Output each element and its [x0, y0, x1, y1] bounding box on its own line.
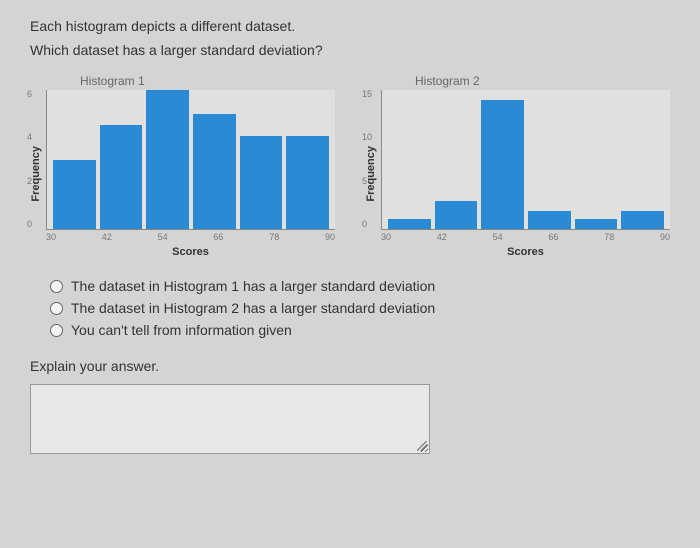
radio-icon — [50, 324, 63, 337]
charts-row: Histogram 1 Frequency 6 4 2 0 — [30, 74, 670, 258]
histogram-2: Histogram 2 Frequency 15 10 5 0 — [365, 74, 670, 258]
option-label: The dataset in Histogram 2 has a larger … — [71, 300, 435, 316]
bar — [146, 90, 189, 229]
bar — [481, 100, 524, 229]
histogram-1: Histogram 1 Frequency 6 4 2 0 — [30, 74, 335, 258]
x-ticks: 30 42 54 66 78 90 — [381, 230, 670, 244]
option-histogram-1[interactable]: The dataset in Histogram 1 has a larger … — [50, 278, 670, 294]
option-cant-tell[interactable]: You can't tell from information given — [50, 322, 670, 338]
option-label: You can't tell from information given — [71, 322, 292, 338]
bar — [575, 219, 618, 229]
bar — [53, 160, 96, 230]
bar — [435, 201, 478, 229]
chart-title: Histogram 1 — [80, 74, 335, 88]
option-label: The dataset in Histogram 1 has a larger … — [71, 278, 435, 294]
y-ticks: 6 4 2 0 — [27, 90, 32, 229]
bar — [286, 136, 329, 229]
x-ticks: 30 42 54 66 78 90 — [46, 230, 335, 244]
explain-label: Explain your answer. — [30, 358, 670, 374]
options-group: The dataset in Histogram 1 has a larger … — [50, 278, 670, 338]
radio-icon — [50, 280, 63, 293]
bar — [528, 211, 571, 229]
bar — [193, 114, 236, 229]
explain-textarea[interactable] — [30, 384, 430, 454]
x-axis-label: Scores — [381, 246, 670, 258]
chart-title: Histogram 2 — [415, 74, 670, 88]
option-histogram-2[interactable]: The dataset in Histogram 2 has a larger … — [50, 300, 670, 316]
radio-icon — [50, 302, 63, 315]
intro-text: Each histogram depicts a different datas… — [30, 18, 670, 34]
plot-area-2: 15 10 5 0 — [381, 90, 670, 230]
bar — [240, 136, 283, 229]
question-text: Which dataset has a larger standard devi… — [30, 42, 670, 58]
plot-area-1: 6 4 2 0 — [46, 90, 335, 230]
bar — [388, 219, 431, 229]
x-axis-label: Scores — [46, 246, 335, 258]
bar — [100, 125, 143, 229]
bar — [621, 211, 664, 229]
y-ticks: 15 10 5 0 — [362, 90, 372, 229]
